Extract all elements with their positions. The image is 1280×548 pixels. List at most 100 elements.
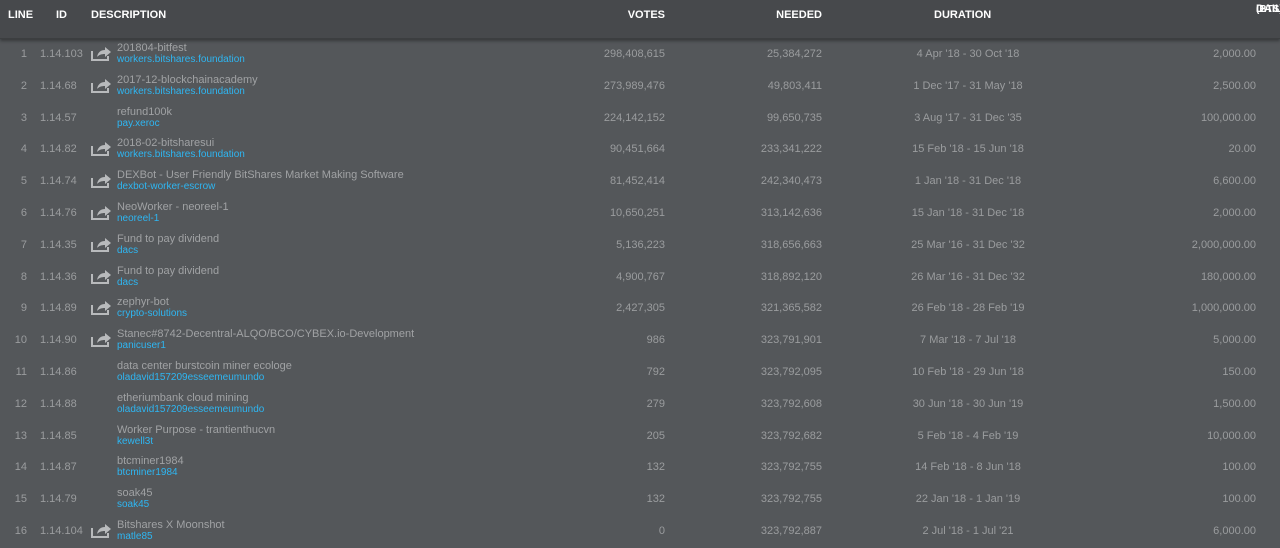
share-icon[interactable]: [90, 77, 112, 94]
row-id: 1.14.103: [40, 48, 83, 60]
row-daily-pay: 6,600.00: [1213, 175, 1256, 188]
row-daily-pay: 1,500.00: [1213, 397, 1256, 410]
worker-account-link[interactable]: soak45: [117, 499, 152, 511]
row-description: refund100k pay.xeroc: [117, 106, 172, 130]
row-votes: 792: [646, 365, 665, 378]
table-row[interactable]: 13 1.14.85 Worker Purpose - trantienthucvn…: [0, 421, 1280, 453]
row-id: 1.14.35: [40, 238, 77, 251]
share-icon[interactable]: [90, 236, 112, 253]
row-line: 8: [20, 270, 27, 283]
row-needed: 242,340,473: [760, 175, 822, 188]
row-id: 1.14.86: [40, 365, 77, 378]
worker-account-link[interactable]: dacs: [117, 245, 219, 257]
share-icon[interactable]: [90, 204, 112, 221]
header-daily-pay-unit: (BTS): [1256, 4, 1280, 15]
row-duration: 14 Feb '18 - 8 Jun '18: [915, 461, 1021, 474]
table-row[interactable]: 11 1.14.86 data center burstcoin miner eco…: [0, 357, 1280, 389]
row-duration: 26 Mar '16 - 31 Dec '32: [911, 270, 1025, 283]
worker-name: zephyr-bot: [117, 296, 169, 309]
worker-name: Bitshares X Moonshot: [117, 518, 225, 531]
worker-name: 201804-bitfest: [117, 42, 187, 54]
worker-account-link[interactable]: neoreel-1: [117, 213, 229, 225]
worker-account-link[interactable]: pay.xeroc: [117, 118, 172, 130]
row-daily-pay: 2,500.00: [1213, 79, 1256, 92]
share-icon[interactable]: [90, 331, 112, 348]
row-needed: 323,792,887: [760, 524, 822, 537]
worker-account-link[interactable]: workers.bitshares.foundation: [117, 54, 245, 66]
table-row[interactable]: 2 1.14.68 2017-12-blockchainacademy workers…: [0, 71, 1280, 103]
row-votes: 205: [646, 429, 665, 442]
row-duration: 7 Mar '18 - 7 Jul '18: [920, 334, 1016, 347]
table-row[interactable]: 4 1.14.82 2018-02-bitsharesui workers.bitsh…: [0, 134, 1280, 166]
row-needed: 323,792,755: [760, 493, 822, 506]
worker-account-link[interactable]: crypto-solutions: [117, 308, 187, 320]
header-votes[interactable]: VOTES: [628, 9, 665, 21]
row-votes: 90,451,664: [609, 143, 665, 156]
worker-account-link[interactable]: dexbot-worker-escrow: [117, 181, 404, 193]
row-duration: 2 Jul '18 - 1 Jul '21: [922, 524, 1014, 537]
worker-account-link[interactable]: workers.bitshares.foundation: [117, 149, 245, 161]
row-line: 12: [14, 397, 27, 410]
row-daily-pay: 6,000.00: [1213, 524, 1256, 537]
table-row[interactable]: 6 1.14.76 NeoWorker - neoreel-1 neoreel-1 10…: [0, 198, 1280, 230]
table-row[interactable]: 1 1.14.103 201804-bitfest workers.bitshares…: [0, 39, 1280, 71]
worker-account-link[interactable]: panicuser1: [117, 340, 414, 352]
row-line: 14: [14, 461, 27, 474]
share-icon[interactable]: [90, 299, 112, 316]
row-daily-pay: 180,000.00: [1200, 270, 1256, 283]
table-row[interactable]: 7 1.14.35 Fund to pay dividend dacs 5,136,22…: [0, 230, 1280, 262]
worker-account-link[interactable]: dacs: [117, 277, 219, 289]
worker-account-link[interactable]: workers.bitshares.foundation: [117, 86, 258, 98]
table-body: 1 1.14.103 201804-bitfest workers.bitshares…: [0, 39, 1280, 548]
table-row[interactable]: 12 1.14.88 etheriumbank cloud mining oladav…: [0, 389, 1280, 421]
worker-name: etheriumbank cloud mining: [117, 391, 249, 404]
row-line: 15: [14, 493, 27, 506]
row-votes: 132: [646, 493, 665, 506]
header-needed[interactable]: NEEDED: [776, 9, 822, 21]
row-needed: 323,792,095: [760, 365, 822, 378]
share-icon[interactable]: [90, 140, 112, 157]
worker-account-link[interactable]: kewell3t: [117, 436, 275, 448]
header-description[interactable]: DESCRIPTION: [91, 9, 166, 21]
share-icon[interactable]: [90, 522, 112, 539]
row-line: 7: [20, 238, 27, 251]
worker-name: data center burstcoin miner ecologe: [117, 359, 292, 372]
row-duration: 5 Feb '18 - 4 Feb '19: [917, 429, 1019, 442]
worker-account-link[interactable]: btcminer1984: [117, 467, 184, 479]
row-description: zephyr-bot crypto-solutions: [117, 296, 187, 320]
row-daily-pay: 100,000.00: [1200, 111, 1256, 124]
row-duration: 22 Jan '18 - 1 Jan '19: [915, 493, 1021, 506]
row-duration: 4 Apr '18 - 30 Oct '18: [916, 48, 1020, 60]
share-icon[interactable]: [90, 45, 112, 62]
worker-account-link[interactable]: matle85: [117, 531, 225, 543]
header-id[interactable]: ID: [56, 9, 67, 21]
worker-account-link[interactable]: oladavid157209esseemeumundo: [117, 372, 292, 384]
row-line: 13: [14, 429, 27, 442]
table-row[interactable]: 8 1.14.36 Fund to pay dividend dacs 4,900,76…: [0, 262, 1280, 294]
row-line: 4: [20, 143, 27, 156]
row-line: 3: [20, 111, 27, 124]
row-votes: 224,142,152: [603, 111, 665, 124]
worker-name: btcminer1984: [117, 455, 184, 468]
share-icon[interactable]: [90, 172, 112, 189]
header-duration[interactable]: DURATION: [934, 9, 991, 21]
header-line[interactable]: LINE: [8, 9, 33, 21]
row-description: soak45 soak45: [117, 487, 152, 511]
row-needed: 323,792,755: [760, 461, 822, 474]
table-row[interactable]: 3 1.14.57 refund100k pay.xeroc 224,142,152 99…: [0, 103, 1280, 135]
worker-account-link[interactable]: oladavid157209esseemeumundo: [117, 404, 264, 416]
table-row[interactable]: 9 1.14.89 zephyr-bot crypto-solutions 2,427,…: [0, 293, 1280, 325]
table-row[interactable]: 15 1.14.79 soak45 soak45 132 323,792,755 22 Ja…: [0, 484, 1280, 516]
row-needed: 323,791,901: [760, 334, 822, 347]
row-id: 1.14.88: [40, 397, 77, 410]
table-row[interactable]: 14 1.14.87 btcminer1984 btcminer1984 132 323,…: [0, 452, 1280, 484]
row-id: 1.14.82: [40, 143, 77, 156]
table-row[interactable]: 10 1.14.90 Stanec#8742-Decentral-ALQO/BCO/…: [0, 325, 1280, 357]
row-duration: 30 Jun '18 - 30 Jun '19: [912, 397, 1024, 410]
table-row[interactable]: 5 1.14.74 DEXBot - User Friendly BitShares…: [0, 166, 1280, 198]
row-votes: 81,452,414: [609, 175, 665, 188]
worker-name: Fund to pay dividend: [117, 264, 220, 277]
row-description: 2017-12-blockchainacademy workers.bitshar…: [117, 74, 258, 98]
share-icon[interactable]: [90, 268, 112, 285]
row-description: 2018-02-bitsharesui workers.bitshares.fou…: [117, 137, 245, 161]
